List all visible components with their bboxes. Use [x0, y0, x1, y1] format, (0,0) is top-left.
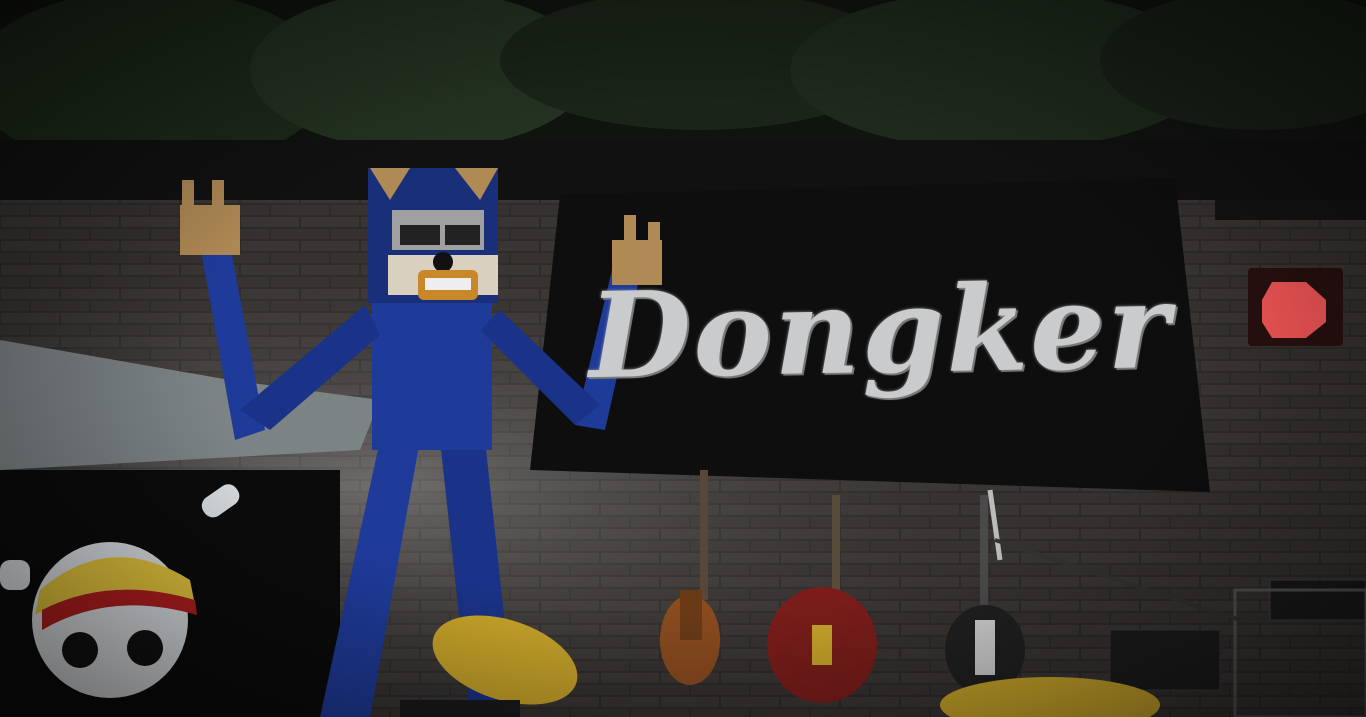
banner-text: Dongker: [587, 255, 1173, 405]
